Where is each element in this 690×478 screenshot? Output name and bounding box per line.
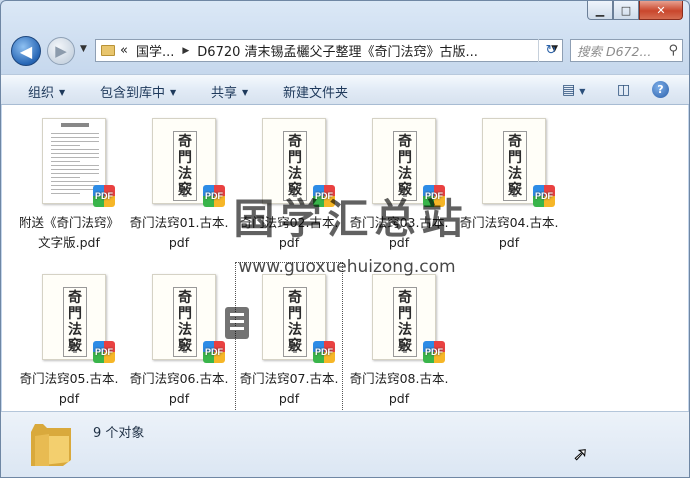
explorer-window: ▁ □ ✕ ◀ ▶ ▼ « 国学... ▶ D6720 清末锡孟欐父子整理《奇门… (0, 0, 690, 478)
share-menu[interactable]: 共享 ▼ (211, 82, 248, 101)
include-in-library-label: 包含到库中 (100, 86, 166, 101)
file-item[interactable]: 奇門法竅 PDF 奇门法窍07.古本. pdf (235, 262, 343, 420)
watermark-logo-icon (225, 307, 249, 339)
breadcrumb-item-root[interactable]: 国学... (136, 41, 174, 60)
file-item[interactable]: 奇門法竅 PDF 奇门法窍08.古本. pdf (346, 263, 452, 419)
back-arrow-icon: ◀ (19, 41, 33, 61)
pdf-icon: PDF (313, 341, 335, 363)
pdf-icon: PDF (93, 341, 115, 363)
cover-title: 奇門法竅 (173, 131, 197, 201)
scrollbar[interactable] (685, 105, 688, 411)
search-icon[interactable]: ⚲ (668, 43, 678, 58)
maximize-button[interactable]: □ (613, 1, 639, 20)
cover-title: 奇門法竅 (173, 287, 197, 357)
chevron-down-icon: ▼ (242, 88, 249, 97)
file-item[interactable]: 奇門法竅 PDF 奇门法窍06.古本. pdf (126, 263, 232, 419)
breadcrumb-item-current[interactable]: D6720 清末锡孟欐父子整理《奇门法窍》古版... (197, 41, 478, 60)
forward-button[interactable]: ▶ (47, 37, 75, 65)
file-name: 奇门法窍05.古本. pdf (19, 371, 119, 406)
help-button[interactable]: ? (652, 81, 669, 98)
cover-title: 奇門法竅 (393, 131, 417, 201)
share-label: 共享 (211, 86, 238, 101)
mouse-cursor-icon: ➚ (572, 444, 589, 466)
back-button[interactable]: ◀ (11, 36, 41, 66)
preview-pane-icon[interactable]: ◫ (617, 82, 630, 98)
new-folder-button[interactable]: 新建文件夹 (283, 82, 348, 101)
folder-icon (101, 45, 115, 56)
pdf-icon: PDF (93, 185, 115, 207)
pdf-icon: PDF (423, 341, 445, 363)
help-icon: ? (657, 83, 664, 96)
watermark-url: www.guoxuehuizong.com (238, 257, 456, 277)
command-bar: 组织 ▼ 包含到库中 ▼ 共享 ▼ 新建文件夹 ▤ ▼ ◫ ? (1, 74, 689, 105)
chevron-down-icon: ▼ (579, 87, 586, 96)
file-name: 奇门法窍06.古本. pdf (129, 371, 229, 406)
cover-title: 奇門法竅 (283, 131, 307, 201)
file-name: 附送《奇门法窍》 文字版.pdf (18, 215, 119, 250)
cover-title: 奇門法竅 (63, 287, 87, 357)
file-name: 奇门法窍08.古本. pdf (349, 371, 449, 406)
forward-arrow-icon: ▶ (55, 42, 67, 60)
watermark-title: 国学汇总站 (233, 195, 469, 243)
address-bar[interactable]: « 国学... ▶ D6720 清末锡孟欐父子整理《奇门法窍》古版... ▼ (95, 39, 563, 62)
cover-title: 奇門法竅 (393, 287, 417, 357)
cover-title: 奇門法竅 (503, 131, 527, 201)
pdf-icon: PDF (203, 341, 225, 363)
file-item[interactable]: 奇門法竅 PDF 奇门法窍05.古本. pdf (16, 263, 122, 419)
caption-buttons: ▁ □ ✕ (587, 1, 683, 21)
item-count: 9 个对象 (93, 426, 145, 441)
recent-pages-dropdown[interactable]: ▼ (80, 44, 87, 54)
close-button[interactable]: ✕ (639, 1, 683, 20)
refresh-icon: ↻ (545, 43, 557, 58)
cover-title: 奇門法竅 (283, 287, 307, 357)
organize-label: 组织 (28, 86, 55, 101)
refresh-button[interactable]: ↻ (538, 39, 563, 62)
include-in-library-menu[interactable]: 包含到库中 ▼ (100, 82, 176, 101)
file-list-view[interactable]: PDF 附送《奇门法窍》 文字版.pdf 奇門法竅 PDF 奇门法窍01.古本. pdf 奇門… (2, 105, 688, 420)
file-item[interactable]: PDF 附送《奇门法窍》 文字版.pdf (16, 107, 122, 263)
search-input[interactable]: 搜索 D672... ⚲ (570, 39, 683, 62)
pdf-icon: PDF (533, 185, 555, 207)
chevron-down-icon: ▼ (59, 88, 66, 97)
breadcrumb-overflow[interactable]: « (120, 43, 128, 58)
minimize-button[interactable]: ▁ (587, 1, 613, 20)
chevron-down-icon: ▼ (170, 88, 177, 97)
search-placeholder: 搜索 D672... (577, 44, 652, 59)
folder-icon (31, 424, 71, 466)
breadcrumb-separator-icon[interactable]: ▶ (182, 46, 189, 56)
file-name: 奇门法窍07.古本. pdf (239, 371, 339, 406)
change-view-icon[interactable]: ▤ ▼ (562, 82, 585, 98)
organize-menu[interactable]: 组织 ▼ (28, 82, 65, 101)
